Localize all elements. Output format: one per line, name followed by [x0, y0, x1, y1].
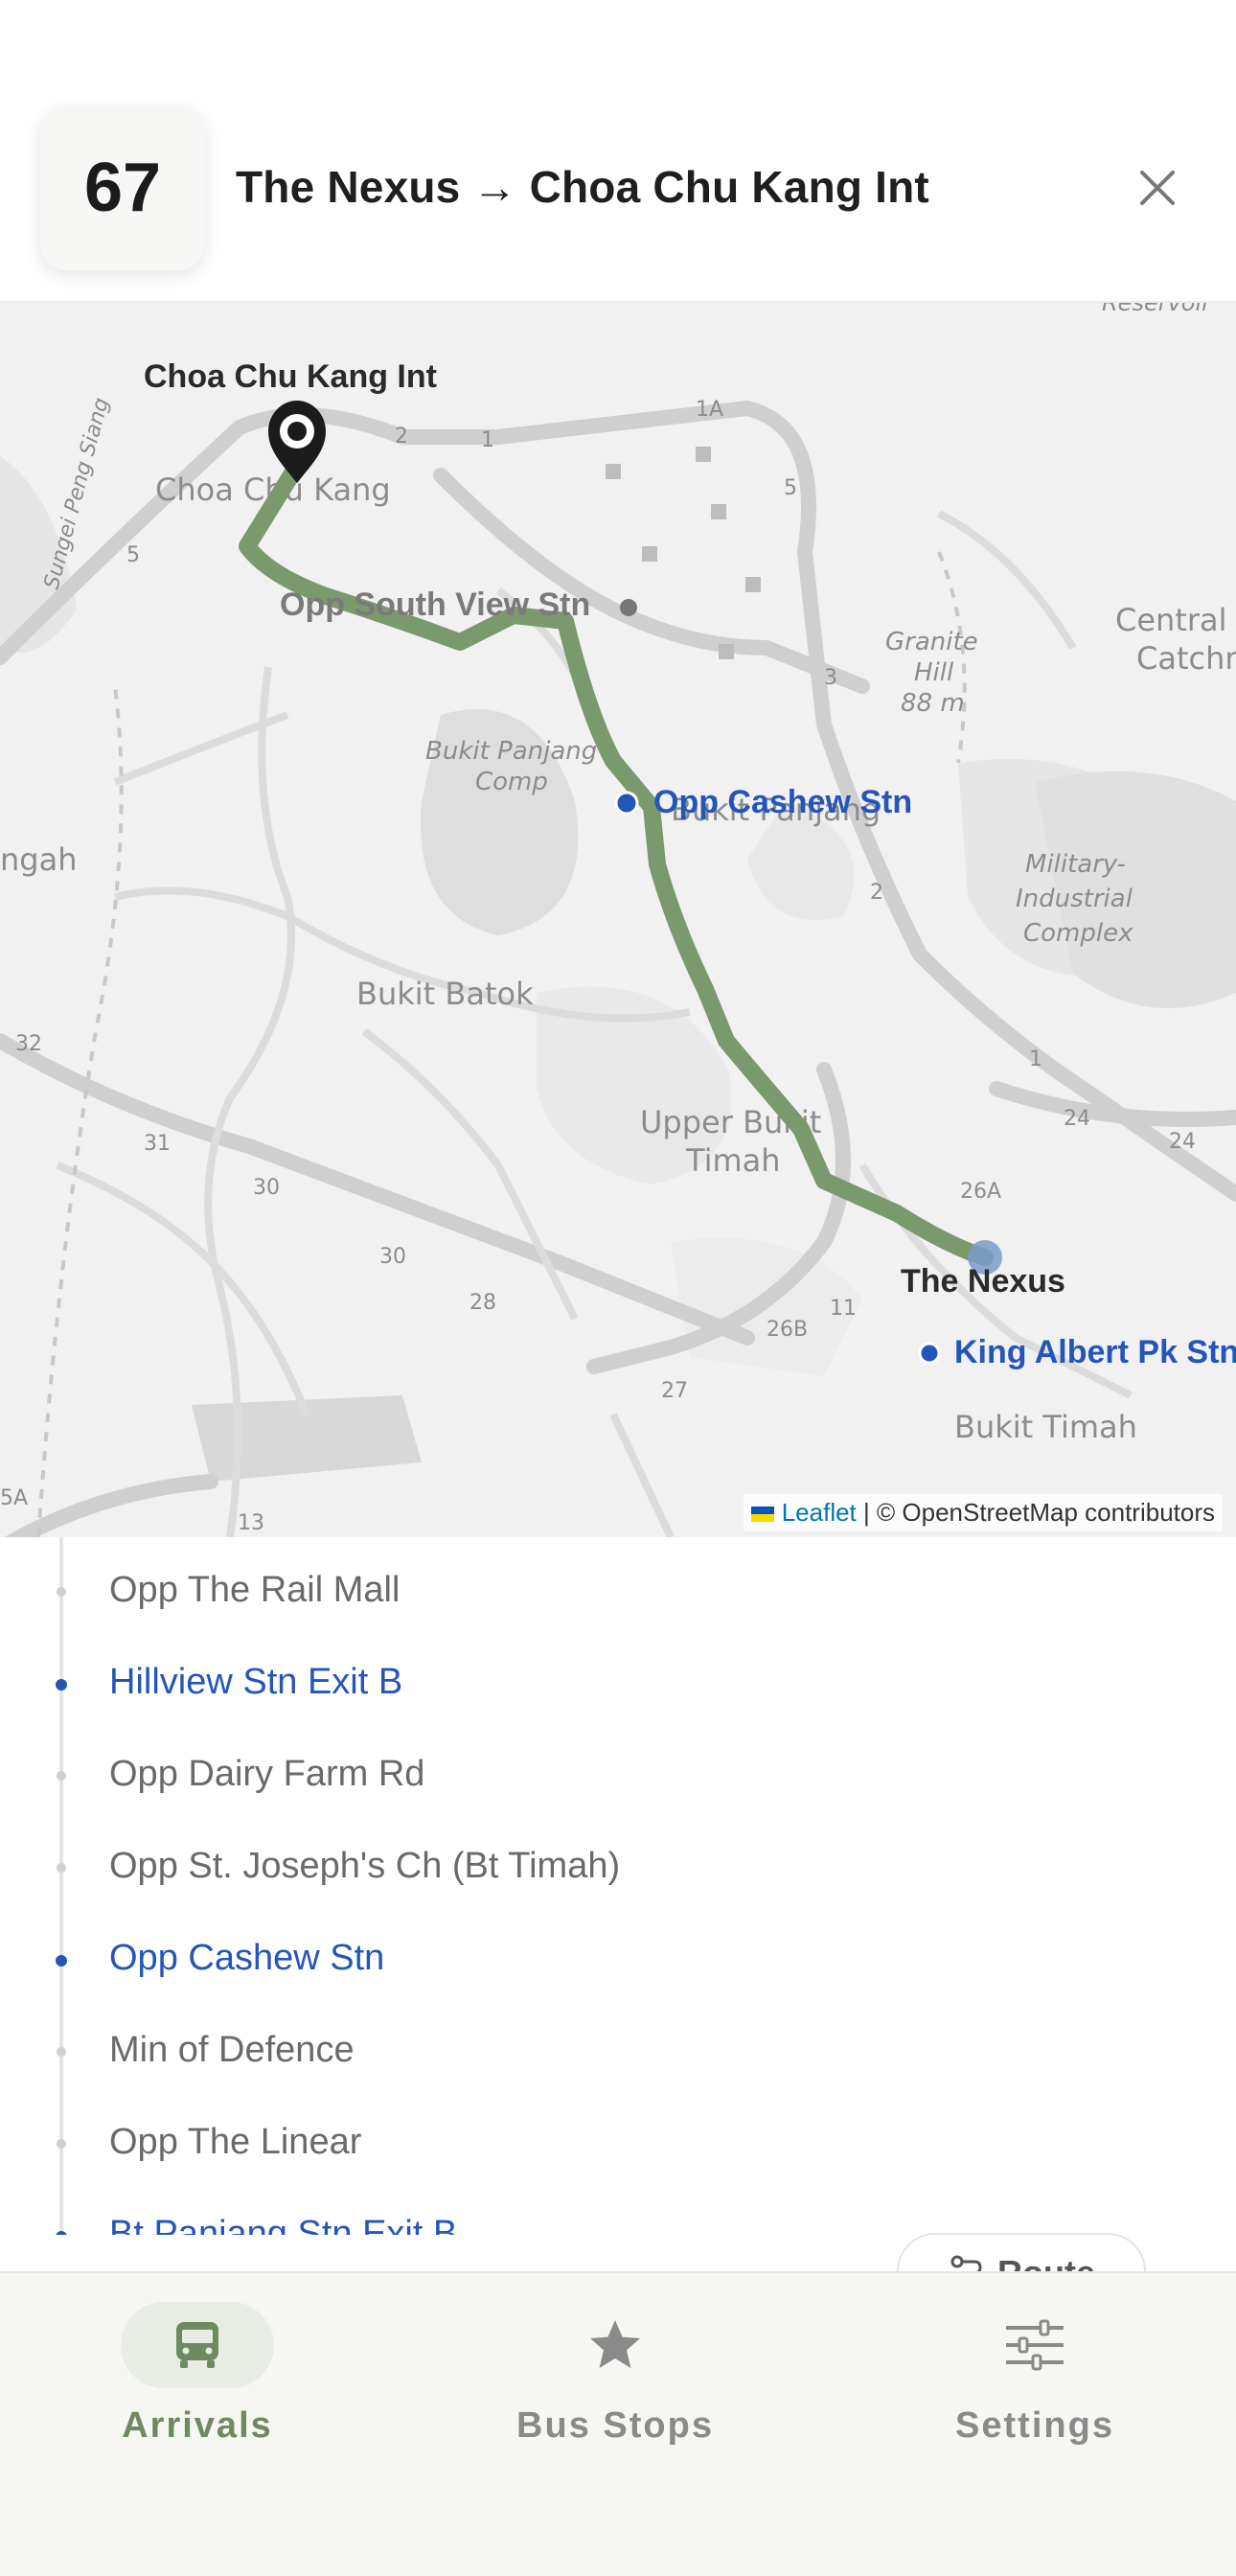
- area-label-reservoir: Reservoir: [1102, 303, 1213, 316]
- stop-name: Opp The Rail Mall: [109, 1570, 401, 1610]
- stop-name: Bt Panjang Stn Exit B: [109, 2214, 458, 2235]
- svg-text:24: 24: [1064, 1107, 1090, 1131]
- area-label-bukit-timah: Bukit Timah: [954, 1409, 1137, 1445]
- area-label-bukit-panjang-comp: Bukit Panjang: [425, 737, 597, 766]
- svg-text:5: 5: [126, 543, 140, 567]
- route-number-badge: 67: [40, 105, 205, 270]
- stop-dot: [57, 1863, 66, 1873]
- nav-label-arrivals: Arrivals: [122, 2405, 273, 2446]
- area-label-granite-hill: Hill: [914, 658, 954, 687]
- stop-marker-blue[interactable]: [614, 791, 639, 816]
- route-map[interactable]: Choa Chu Kang Bukit Panjang Comp Bukit P…: [0, 303, 1236, 1537]
- map-label-terminus-end: The Nexus: [901, 1263, 1065, 1300]
- stop-dot: [57, 1771, 66, 1781]
- nav-bus-stops-pill: [538, 2302, 692, 2388]
- stop-name: Opp St. Joseph's Ch (Bt Timah): [109, 1846, 621, 1886]
- svg-text:2: 2: [870, 881, 883, 905]
- stop-name: Opp The Linear: [109, 2122, 362, 2162]
- svg-text:1: 1: [1029, 1047, 1042, 1071]
- svg-text:26A: 26A: [960, 1180, 1001, 1204]
- area-label-granite-hill: 88 m: [901, 689, 965, 718]
- svg-text:3: 3: [824, 666, 837, 690]
- map-attribution: Leaflet | © OpenStreetMap contributors: [743, 1494, 1223, 1531]
- map-label-stop-blue: King Albert Pk Stn: [954, 1334, 1236, 1370]
- stop-list-item[interactable]: Hillview Stn Exit B: [0, 1629, 1236, 1721]
- map-label-stop-grey: Opp South View Stn: [280, 586, 591, 623]
- nav-item-bus-stops[interactable]: Bus Stops: [471, 2302, 759, 2455]
- area-label-ngah: ngah: [0, 841, 77, 878]
- svg-text:31: 31: [144, 1132, 171, 1156]
- area-label-military: Complex: [1023, 919, 1133, 948]
- stop-marker-grey[interactable]: [620, 599, 637, 616]
- stop-dot: [57, 2139, 66, 2149]
- map-label-stop-blue: Opp Cashew Stn: [653, 784, 913, 820]
- svg-text:26B: 26B: [767, 1318, 808, 1342]
- stop-dot: [57, 1587, 66, 1597]
- nav-label-bus-stops: Bus Stops: [516, 2405, 714, 2446]
- svg-text:2: 2: [395, 425, 408, 448]
- stop-marker-blue[interactable]: [918, 1342, 941, 1365]
- svg-text:24: 24: [1169, 1130, 1196, 1154]
- nav-item-settings[interactable]: Settings: [891, 2302, 1179, 2455]
- svg-text:1: 1: [481, 428, 494, 452]
- bus-icon: [176, 2322, 218, 2368]
- nav-settings-pill: [958, 2302, 1111, 2388]
- stop-list-item[interactable]: Opp Cashew Stn: [0, 1905, 1236, 1997]
- svg-text:30: 30: [253, 1176, 280, 1200]
- area-label-bukit-batok: Bukit Batok: [356, 976, 534, 1012]
- area-label-central-catchment: Catchm: [1136, 640, 1236, 677]
- nav-arrivals-pill: [121, 2302, 274, 2388]
- stop-name: Opp Cashew Stn: [109, 1938, 385, 1978]
- stop-name: Opp Dairy Farm Rd: [109, 1754, 425, 1794]
- stop-name: Min of Defence: [109, 2030, 355, 2070]
- svg-text:1A: 1A: [696, 398, 723, 422]
- ukraine-flag-icon: [750, 1506, 774, 1523]
- area-label-military: Military-: [1025, 850, 1126, 879]
- route-title: The Nexus → Choa Chu Kang Int: [236, 162, 929, 212]
- close-icon: [1140, 171, 1175, 205]
- stop-name: Hillview Stn Exit B: [109, 1662, 403, 1702]
- nav-item-arrivals[interactable]: Arrivals: [54, 2302, 341, 2455]
- svg-text:30: 30: [379, 1245, 406, 1269]
- route-header: 67 The Nexus → Choa Chu Kang Int: [0, 0, 1236, 303]
- sliders-icon: [1006, 2319, 1064, 2371]
- area-label-central-catchment: Central: [1115, 602, 1227, 638]
- svg-text:13: 13: [238, 1511, 264, 1535]
- area-label-military: Industrial: [1016, 885, 1133, 913]
- stop-dot: [57, 2047, 66, 2057]
- leaflet-link[interactable]: Leaflet: [782, 1498, 857, 1527]
- bottom-nav: Arrivals Bus Stops Settings: [0, 2271, 1236, 2576]
- stop-list[interactable]: Opp The Rail Mall Hillview Stn Exit B Opp …: [0, 1537, 1236, 2235]
- stop-list-item[interactable]: Opp St. Joseph's Ch (Bt Timah): [0, 1813, 1236, 1905]
- svg-text:5: 5: [784, 476, 797, 500]
- svg-text:32: 32: [15, 1032, 42, 1056]
- stop-list-item[interactable]: Opp The Linear: [0, 2089, 1236, 2181]
- stop-list-item[interactable]: Min of Defence: [0, 1997, 1236, 2089]
- area-label-granite-hill: Granite: [885, 628, 978, 656]
- area-label-upper-bukit-timah: Timah: [685, 1142, 781, 1179]
- svg-text:11: 11: [830, 1297, 857, 1321]
- svg-text:5A: 5A: [0, 1486, 28, 1510]
- close-button[interactable]: [1131, 161, 1184, 215]
- map-label-terminus-start: Choa Chu Kang Int: [144, 358, 437, 395]
- stop-list-item[interactable]: Opp Dairy Farm Rd: [0, 1721, 1236, 1813]
- area-label-bukit-panjang-comp: Comp: [475, 768, 548, 796]
- stop-dot-highlight: [56, 2231, 67, 2235]
- stop-dot-highlight: [56, 1955, 67, 1966]
- stop-dot-highlight: [56, 1679, 67, 1690]
- nav-label-settings: Settings: [955, 2405, 1114, 2446]
- stop-list-item[interactable]: Opp The Rail Mall: [0, 1537, 1236, 1629]
- svg-text:28: 28: [469, 1291, 496, 1315]
- stop-list-item[interactable]: Bt Panjang Stn Exit B: [0, 2181, 1236, 2235]
- star-icon: [590, 2320, 640, 2368]
- svg-text:27: 27: [661, 1379, 688, 1403]
